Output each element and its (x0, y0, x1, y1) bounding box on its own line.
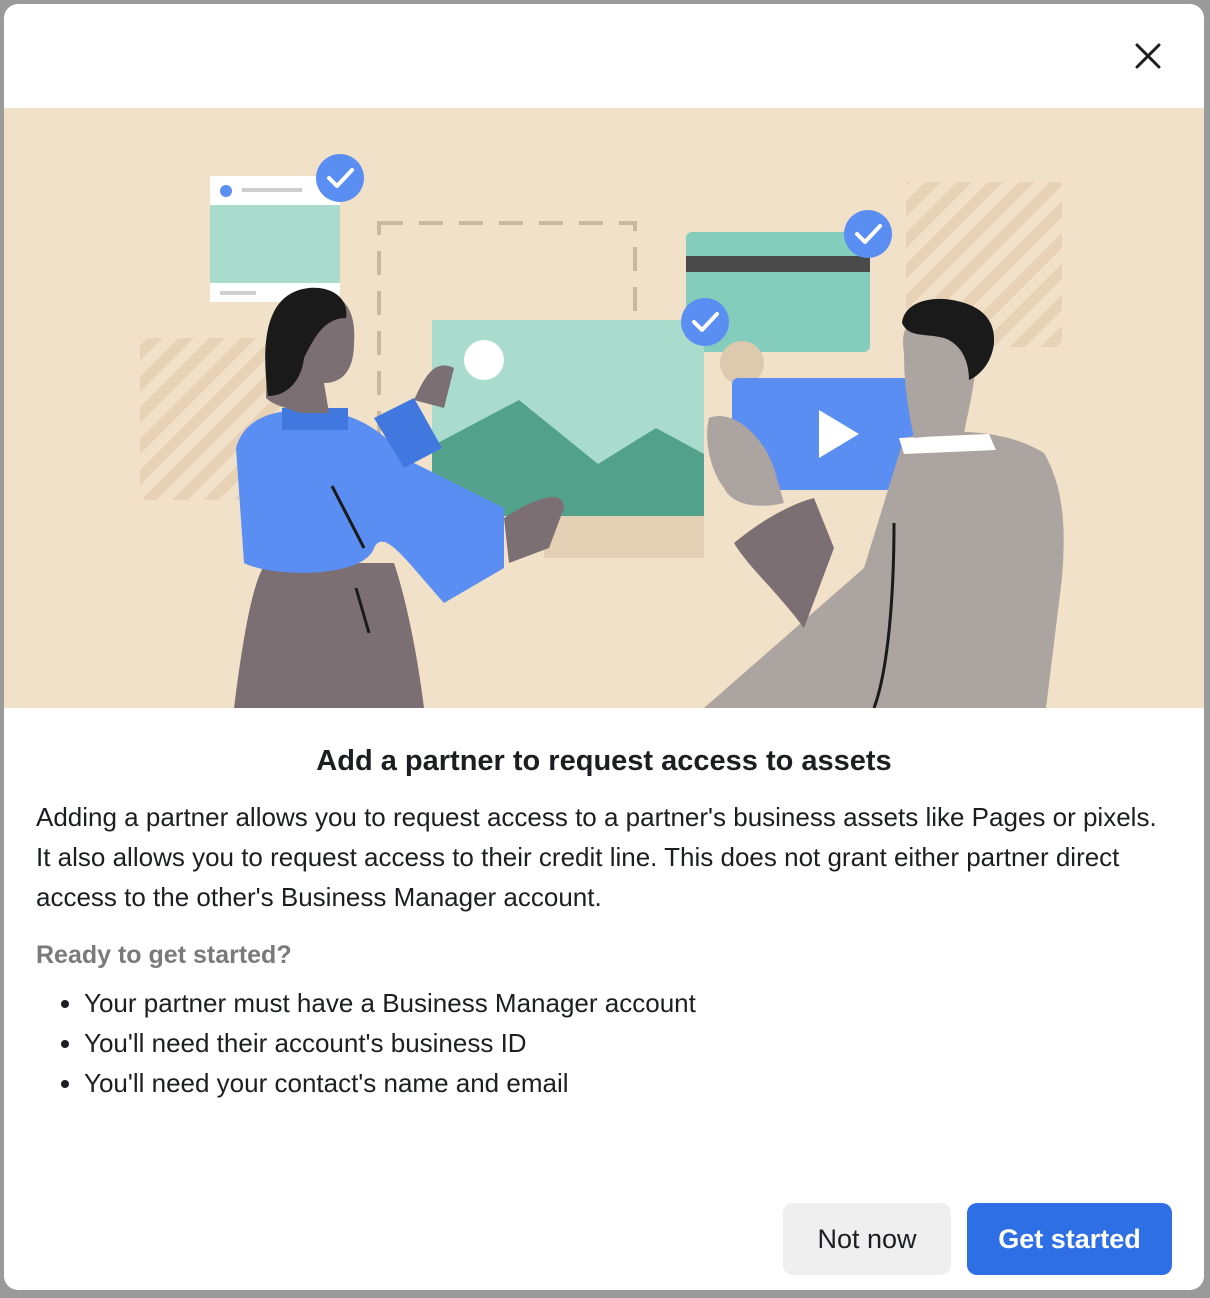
check-badge-icon (681, 298, 729, 346)
check-badge-icon (316, 154, 364, 202)
not-now-button[interactable]: Not now (783, 1203, 951, 1275)
list-item: Your partner must have a Business Manage… (84, 983, 1172, 1023)
dialog-title: Add a partner to request access to asset… (316, 745, 892, 777)
hero-illustration (4, 108, 1204, 708)
ready-subheading: Ready to get started? (36, 940, 292, 969)
close-button[interactable] (1128, 36, 1168, 76)
partner-dialog: Add a partner to request access to asset… (4, 4, 1204, 1290)
dialog-description: Adding a partner allows you to request a… (36, 801, 1157, 912)
get-started-button[interactable]: Get started (967, 1203, 1172, 1275)
dialog-footer: Not now Get started (783, 1203, 1172, 1275)
close-icon (1135, 43, 1161, 69)
requirements-list: Your partner must have a Business Manage… (36, 983, 1172, 1103)
list-item: You'll need their account's business ID (84, 1023, 1172, 1063)
check-badge-icon (844, 210, 892, 258)
list-item: You'll need your contact's name and emai… (84, 1063, 1172, 1103)
dialog-content: Add a partner to request access to asset… (36, 744, 1172, 1103)
